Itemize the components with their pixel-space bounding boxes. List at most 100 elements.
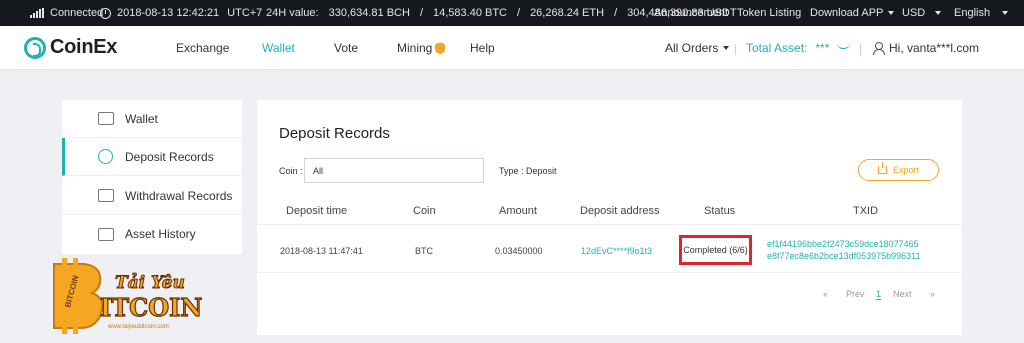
top-ticker-bar: Connected 2018-08-13 12:42:21 UTC+7 24H … <box>0 0 1024 26</box>
coinex-logo-icon <box>24 36 46 59</box>
server-time: 2018-08-13 12:42:21 UTC+7 <box>100 0 262 26</box>
signal-icon <box>30 8 44 18</box>
nav-mining[interactable]: Mining <box>397 26 446 70</box>
total-asset: Total Asset: *** <box>746 26 851 70</box>
volume-label: 24H value: <box>266 7 319 19</box>
sidebar-item-deposit-records[interactable]: Deposit Records <box>62 138 242 176</box>
prev-page-button[interactable]: Prev <box>846 289 865 299</box>
coinex-logo[interactable]: CoinEx <box>24 36 117 59</box>
nav-help-label: Help <box>470 41 495 55</box>
deposit-icon <box>98 149 113 164</box>
nav-vote-label: Vote <box>334 41 359 55</box>
column-amount: Amount <box>499 205 537 217</box>
column-status: Status <box>704 205 736 217</box>
table-header: Deposit time Coin Amount Deposit address… <box>257 197 962 225</box>
watermark-line-2: ITCOIN <box>100 293 202 322</box>
volume-separator: / <box>614 7 618 19</box>
deposit-time-cell: 2018-08-13 11:47:41 <box>280 246 363 256</box>
announcement-link[interactable]: Announcement <box>654 0 728 26</box>
export-icon <box>877 162 887 174</box>
timezone-label: UTC+7 <box>227 7 263 19</box>
sidebar-item-label: Deposit Records <box>125 149 214 164</box>
amount-cell: 0.03450000 <box>495 246 543 256</box>
page-1-button[interactable]: 1 <box>876 289 882 300</box>
volume-separator: / <box>419 7 423 19</box>
chevron-down-icon <box>1002 11 1009 15</box>
datetime-label: 2018-08-13 12:42:21 <box>117 7 220 19</box>
chevron-down-icon <box>935 11 942 15</box>
token-listing-label: Token Listing <box>737 7 802 19</box>
asset-history-icon <box>98 227 114 241</box>
deposit-records-panel: Deposit Records Coin : Type : Deposit Ex… <box>257 100 962 335</box>
all-orders-menu[interactable]: All Orders <box>665 26 730 70</box>
sidebar-item-withdrawal-records[interactable]: Withdrawal Records <box>62 177 242 215</box>
logo-text: CoinEx <box>50 36 118 58</box>
nav-divider <box>860 44 861 55</box>
language-select[interactable]: English <box>954 0 1009 26</box>
user-icon <box>872 42 885 55</box>
user-menu[interactable]: Hi, vanta***l.com <box>872 26 979 70</box>
column-deposit-address: Deposit address <box>580 205 660 217</box>
sidebar-item-label: Withdrawal Records <box>125 188 233 203</box>
nav-divider <box>735 44 736 55</box>
wallet-icon <box>98 112 114 125</box>
watermark-line-1: Tải Yêu <box>115 273 185 293</box>
txid-line-2: e8f77ec8e6b2bce13df053975b996311 <box>767 251 921 261</box>
nav-vote[interactable]: Vote <box>334 26 358 70</box>
chevron-down-icon <box>723 46 730 50</box>
coin-cell: BTC <box>415 246 433 256</box>
user-greeting: Hi, vanta***l.com <box>889 41 980 55</box>
download-app-label: Download APP <box>810 7 884 19</box>
total-asset-label: Total Asset: <box>746 41 808 55</box>
bitcoin-b-icon: BITCOIN <box>53 258 104 334</box>
volume-separator: / <box>517 7 521 19</box>
currency-label: USD <box>902 7 926 19</box>
first-page-button[interactable]: « <box>823 289 828 299</box>
announcement-label: Announcement <box>654 7 728 19</box>
coin-filter-label: Coin : <box>279 166 303 176</box>
nav-wallet[interactable]: Wallet <box>262 26 295 70</box>
sidebar: Wallet Deposit Records Withdrawal Record… <box>62 100 242 254</box>
page-title: Deposit Records <box>279 125 390 142</box>
main-nav: CoinEx Exchange Wallet Vote Mining Help … <box>0 26 1024 70</box>
txid-line-1: ef1f44196bbe2f2473c59dce18077465 <box>767 239 919 249</box>
eye-closed-icon[interactable] <box>837 43 851 49</box>
sidebar-item-label: Wallet <box>125 111 158 126</box>
watermark-url: www.taiyeubitcoin.com <box>107 324 169 330</box>
export-button[interactable]: Export <box>858 159 939 181</box>
nav-exchange[interactable]: Exchange <box>176 26 229 70</box>
column-deposit-time: Deposit time <box>286 205 348 217</box>
column-txid: TXID <box>853 205 879 217</box>
column-coin: Coin <box>413 205 436 217</box>
volume-bch: 330,634.81 BCH <box>328 7 410 19</box>
txid-link[interactable]: ef1f44196bbe2f2473c59dce18077465 e8f77ec… <box>767 238 920 262</box>
next-page-button[interactable]: Next <box>893 289 912 299</box>
deposit-address-link[interactable]: 12dEvC****f9o1t3 <box>581 246 652 256</box>
nav-help[interactable]: Help <box>470 26 495 70</box>
last-page-button[interactable]: » <box>930 289 935 299</box>
total-asset-value: *** <box>815 41 830 55</box>
taiyeubitcoin-watermark: BITCOIN Tải Yêu ITCOIN www.taiyeubitcoin… <box>53 258 203 334</box>
coin-filter-input[interactable] <box>304 158 484 183</box>
nav-mining-label: Mining <box>397 41 433 55</box>
all-orders-label: All Orders <box>665 41 719 55</box>
connection-status-label: Connected <box>50 7 104 19</box>
volume-btc: 14,583.40 BTC <box>433 7 507 19</box>
token-listing-link[interactable]: Token Listing <box>737 0 801 26</box>
connection-status: Connected <box>30 0 103 26</box>
status-label: Completed (6/6) <box>683 245 748 255</box>
sidebar-item-label: Asset History <box>125 227 196 241</box>
type-filter-label: Type : Deposit <box>499 166 557 176</box>
nav-wallet-label: Wallet <box>262 41 295 55</box>
status-badge: Completed (6/6) <box>679 235 752 265</box>
volume-eth: 26,268.24 ETH <box>530 7 605 19</box>
currency-select[interactable]: USD <box>902 0 942 26</box>
sidebar-item-asset-history[interactable]: Asset History <box>62 215 242 253</box>
export-label: Export <box>892 165 919 175</box>
chevron-down-icon <box>888 11 895 15</box>
clock-icon <box>100 7 111 19</box>
language-label: English <box>954 7 991 19</box>
nav-exchange-label: Exchange <box>176 41 230 55</box>
sidebar-item-wallet[interactable]: Wallet <box>62 100 242 138</box>
download-app-menu[interactable]: Download APP <box>810 0 895 26</box>
